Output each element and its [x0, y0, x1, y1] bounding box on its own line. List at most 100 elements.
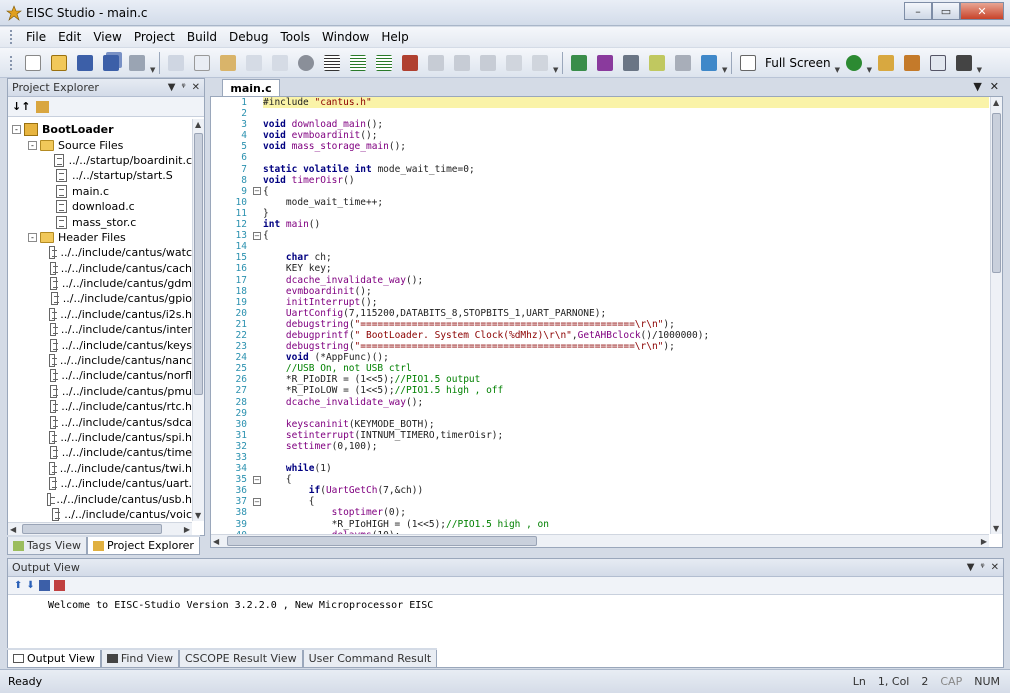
editor-tab-menu-icon[interactable]: ▼: [973, 80, 981, 93]
editor-close-icon[interactable]: ✕: [990, 80, 999, 93]
minimize-button[interactable]: –: [904, 2, 932, 20]
pin-icon[interactable]: ᵠ: [181, 82, 185, 93]
build-button[interactable]: [399, 52, 421, 74]
fold-toggle-icon[interactable]: −: [253, 498, 261, 507]
project-tree-vscroll[interactable]: ▲ ▼: [192, 119, 204, 521]
code-line[interactable]: stoptimer(0);: [263, 507, 989, 518]
menu-help[interactable]: Help: [375, 30, 414, 44]
open-button[interactable]: [48, 52, 70, 74]
scrollbar-thumb[interactable]: [194, 133, 203, 395]
redo-button[interactable]: [269, 52, 291, 74]
code-text[interactable]: #include "cantus.h" void download_main()…: [263, 97, 989, 534]
toolbar-dropdown-1[interactable]: ▼: [150, 52, 156, 74]
scrollbar-thumb[interactable]: [227, 536, 537, 546]
code-line[interactable]: {: [263, 496, 989, 507]
tree-item[interactable]: ../../include/cantus/i2s.h: [12, 307, 192, 322]
tree-item[interactable]: ../../include/cantus/twi.h: [12, 461, 192, 476]
code-line[interactable]: [263, 408, 989, 419]
scrollbar-thumb[interactable]: [22, 524, 162, 534]
tree-item[interactable]: ../../include/cantus/time: [12, 445, 192, 460]
tree-item[interactable]: ../../startup/start.S: [12, 168, 192, 183]
print-button[interactable]: [126, 52, 148, 74]
format-button[interactable]: [321, 52, 343, 74]
find-button[interactable]: [295, 52, 317, 74]
tree-item[interactable]: ../../include/cantus/norfl: [12, 368, 192, 383]
menubar-grip[interactable]: [10, 30, 14, 44]
tree-item[interactable]: ../../include/cantus/watc: [12, 245, 192, 260]
code-line[interactable]: }: [263, 208, 989, 219]
menu-debug[interactable]: Debug: [223, 30, 274, 44]
tree-item[interactable]: ../../include/cantus/uart.: [12, 476, 192, 491]
arrow-down-icon[interactable]: ⬇: [26, 580, 34, 591]
menu-view[interactable]: View: [87, 30, 127, 44]
code-line[interactable]: mode_wait_time++;: [263, 197, 989, 208]
plugin-button[interactable]: [875, 52, 897, 74]
code-line[interactable]: //USB On, not USB ctrl: [263, 363, 989, 374]
panel-menu-icon[interactable]: ▼: [967, 562, 975, 573]
tree-item[interactable]: ../../include/cantus/usb.h: [12, 491, 192, 506]
fold-toggle-icon[interactable]: −: [253, 187, 261, 196]
tree-item[interactable]: download.c: [12, 199, 192, 214]
tab-user-command-result[interactable]: User Command Result: [302, 650, 438, 668]
code-line[interactable]: void download_main();: [263, 119, 989, 130]
code-line[interactable]: dcache_invalidate_way();: [263, 397, 989, 408]
menu-window[interactable]: Window: [316, 30, 375, 44]
tree-item[interactable]: ../../include/cantus/spi.h: [12, 430, 192, 445]
tree-item[interactable]: ../../include/cantus/sdca: [12, 414, 192, 429]
scroll-left-icon[interactable]: ◀: [213, 537, 219, 546]
menu-file[interactable]: File: [20, 30, 52, 44]
code-editor[interactable]: 1 2 3 4 5 6 7 8 9 10 11 12 13 14 15 16 17 18 19 20 21 22 23 24 2…: [210, 96, 1003, 548]
undo-button[interactable]: [243, 52, 265, 74]
memory-button[interactable]: [620, 52, 642, 74]
scroll-down-icon[interactable]: ▼: [993, 524, 999, 533]
maximize-button[interactable]: ▭: [932, 2, 960, 20]
tree-item[interactable]: ../../include/cantus/keys: [12, 337, 192, 352]
cut-button[interactable]: [165, 52, 187, 74]
save-button[interactable]: [74, 52, 96, 74]
nav-back-button[interactable]: [503, 52, 525, 74]
code-line[interactable]: *R_PIoHIGH = (1<<5);//PIO1.5 high , on: [263, 519, 989, 530]
tree-item[interactable]: - Header Files: [12, 230, 192, 245]
tab-output-view[interactable]: Output View: [7, 650, 101, 668]
code-line[interactable]: while(1): [263, 463, 989, 474]
close-button[interactable]: ✕: [960, 2, 1004, 20]
tree-item[interactable]: ../../startup/boardinit.c: [12, 153, 192, 168]
editor-vscroll[interactable]: ▲ ▼: [990, 97, 1002, 534]
tree-item[interactable]: ../../include/cantus/inter: [12, 322, 192, 337]
go-button[interactable]: [843, 52, 865, 74]
code-line[interactable]: dcache_invalidate_way();: [263, 275, 989, 286]
tree-item[interactable]: ../../include/cantus/pmu: [12, 384, 192, 399]
code-line[interactable]: [263, 452, 989, 463]
tree-item[interactable]: ../../include/cantus/gpio: [12, 291, 192, 306]
code-line[interactable]: void evmboardinit();: [263, 130, 989, 141]
library-button[interactable]: [901, 52, 923, 74]
scroll-right-icon[interactable]: ▶: [981, 537, 987, 546]
toolbar-dropdown-5[interactable]: ▼: [867, 52, 873, 74]
code-line[interactable]: int main(): [263, 219, 989, 230]
editor-hscroll[interactable]: ◀ ▶: [211, 534, 989, 547]
code-line[interactable]: UartConfig(7,115200,DATABITS_8,STOPBITS_…: [263, 308, 989, 319]
indent-button[interactable]: [373, 52, 395, 74]
toolbar-grip[interactable]: [10, 55, 14, 70]
code-line[interactable]: {: [263, 474, 989, 485]
debug2-button[interactable]: [594, 52, 616, 74]
code-line[interactable]: [263, 108, 989, 119]
code-line[interactable]: settimer(0,100);: [263, 441, 989, 452]
full-screen-icon-button[interactable]: [737, 52, 759, 74]
expander-icon[interactable]: -: [28, 140, 37, 150]
table-button[interactable]: [927, 52, 949, 74]
code-line[interactable]: void mass_storage_main();: [263, 141, 989, 152]
code-line[interactable]: *R_PIoLOW = (1<<5);//PIO1.5 high , off: [263, 385, 989, 396]
tree-item[interactable]: ../../include/cantus/rtc.h: [12, 399, 192, 414]
panel-close-icon[interactable]: ✕: [991, 562, 999, 573]
download-button[interactable]: [698, 52, 720, 74]
debug-button[interactable]: [568, 52, 590, 74]
code-line[interactable]: debugprintf(" BootLoader. System Clock(%…: [263, 330, 989, 341]
stop-button[interactable]: [672, 52, 694, 74]
code-line[interactable]: [263, 152, 989, 163]
code-line[interactable]: void timerOisr(): [263, 175, 989, 186]
clear-button[interactable]: [646, 52, 668, 74]
tree-item[interactable]: - BootLoader: [12, 122, 192, 137]
code-line[interactable]: setinterrupt(INTNUM_TIMERO,timerOisr);: [263, 430, 989, 441]
scroll-down-icon[interactable]: ▼: [195, 511, 201, 520]
